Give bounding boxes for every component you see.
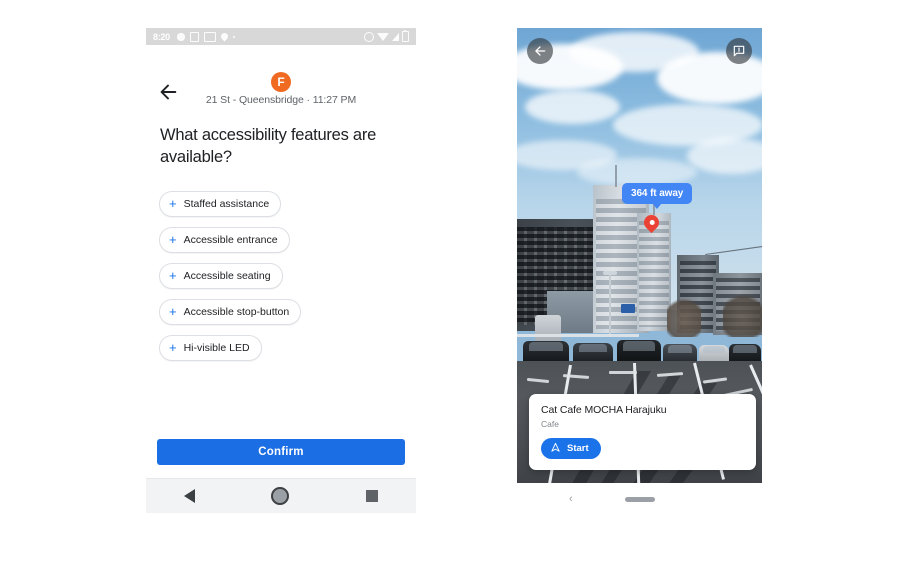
street-lamp-post: [609, 271, 611, 337]
chip-label: Hi-visible LED: [183, 341, 250, 354]
start-button-label: Start: [567, 443, 589, 454]
dot-icon: [232, 35, 235, 38]
cloud: [577, 158, 697, 186]
chip-hi-visible-led[interactable]: + Hi-visible LED: [159, 334, 262, 361]
building-tower-secondary: [637, 213, 671, 331]
place-info-card[interactable]: Cat Cafe MOCHA Harajuku Cafe Start: [529, 394, 756, 470]
chip-label: Accessible stop-button: [183, 305, 290, 318]
feedback-message-icon[interactable]: [726, 38, 752, 64]
transit-line-badge: F: [271, 72, 291, 92]
cloud: [525, 90, 620, 124]
plus-icon: +: [169, 268, 177, 284]
nav-home-icon[interactable]: [271, 487, 290, 505]
image-icon: [203, 31, 216, 42]
lane-dash: [526, 377, 550, 384]
right-phone-screen: 364 ft away Cat Cafe MOCHA Harajuku Cafe…: [517, 28, 762, 515]
cloud: [687, 138, 762, 174]
chip-label: Accessible entrance: [183, 233, 278, 246]
accessibility-chip-list: + Staffed assistance + Accessible entran…: [159, 190, 416, 361]
android-navigation-bar: [146, 478, 416, 513]
chip-staffed-assistance[interactable]: + Staffed assistance: [159, 190, 282, 217]
back-arrow-icon[interactable]: [527, 38, 553, 64]
distance-badge: 364 ft away: [622, 183, 693, 204]
car: [617, 340, 661, 363]
gesture-navigation-bar: ‹: [517, 483, 762, 515]
plus-icon: +: [169, 304, 177, 320]
gesture-pill-handle[interactable]: [624, 496, 655, 502]
signal-icon: [392, 32, 399, 41]
place-category: Cafe: [541, 419, 559, 429]
plus-icon: +: [169, 340, 177, 356]
left-phone-screen: 8:20 F 21 St - Queensbridge · 11:27 PM W…: [146, 28, 416, 513]
street-lamp-head: [603, 271, 617, 275]
status-bar-left-icons: [176, 31, 364, 42]
lane-dash: [609, 371, 637, 374]
location-pin-icon: [219, 31, 230, 42]
nav-back-icon[interactable]: [184, 489, 196, 503]
gear-icon: [176, 32, 185, 41]
chip-label: Accessible seating: [183, 269, 271, 282]
nav-recents-icon[interactable]: [365, 490, 378, 502]
battery-icon: [402, 29, 409, 42]
live-view-camera-feed: 364 ft away Cat Cafe MOCHA Harajuku Cafe…: [517, 28, 762, 483]
plus-icon: +: [169, 196, 177, 212]
square-icon: [189, 31, 199, 42]
gesture-back-icon[interactable]: ‹: [569, 493, 573, 505]
status-bar: 8:20: [146, 28, 416, 45]
alarm-icon: [364, 31, 374, 42]
confirm-button[interactable]: Confirm: [157, 439, 405, 465]
navigation-arrow-icon: [550, 442, 561, 456]
wifi-icon: [377, 32, 389, 41]
chip-accessible-stop-button[interactable]: + Accessible stop-button: [159, 298, 302, 325]
station-and-time: 21 St - Queensbridge · 11:27 PM: [205, 94, 357, 106]
street-sign: [621, 304, 635, 313]
status-bar-right-icons: [364, 29, 409, 42]
place-name: Cat Cafe MOCHA Harajuku: [541, 404, 667, 416]
plus-icon: +: [169, 232, 177, 248]
tree: [667, 295, 701, 337]
status-bar-clock: 8:20: [153, 31, 170, 42]
page-title: What accessibility features are availabl…: [160, 126, 377, 166]
car: [573, 343, 613, 363]
antenna: [615, 165, 617, 187]
chip-label: Staffed assistance: [183, 197, 270, 210]
chip-accessible-seating[interactable]: + Accessible seating: [159, 262, 283, 289]
chip-accessible-entrance[interactable]: + Accessible entrance: [159, 226, 290, 253]
start-navigation-button[interactable]: Start: [541, 438, 601, 459]
app-header: F 21 St - Queensbridge · 11:27 PM: [146, 45, 416, 109]
car: [523, 341, 569, 363]
tree: [723, 291, 762, 337]
